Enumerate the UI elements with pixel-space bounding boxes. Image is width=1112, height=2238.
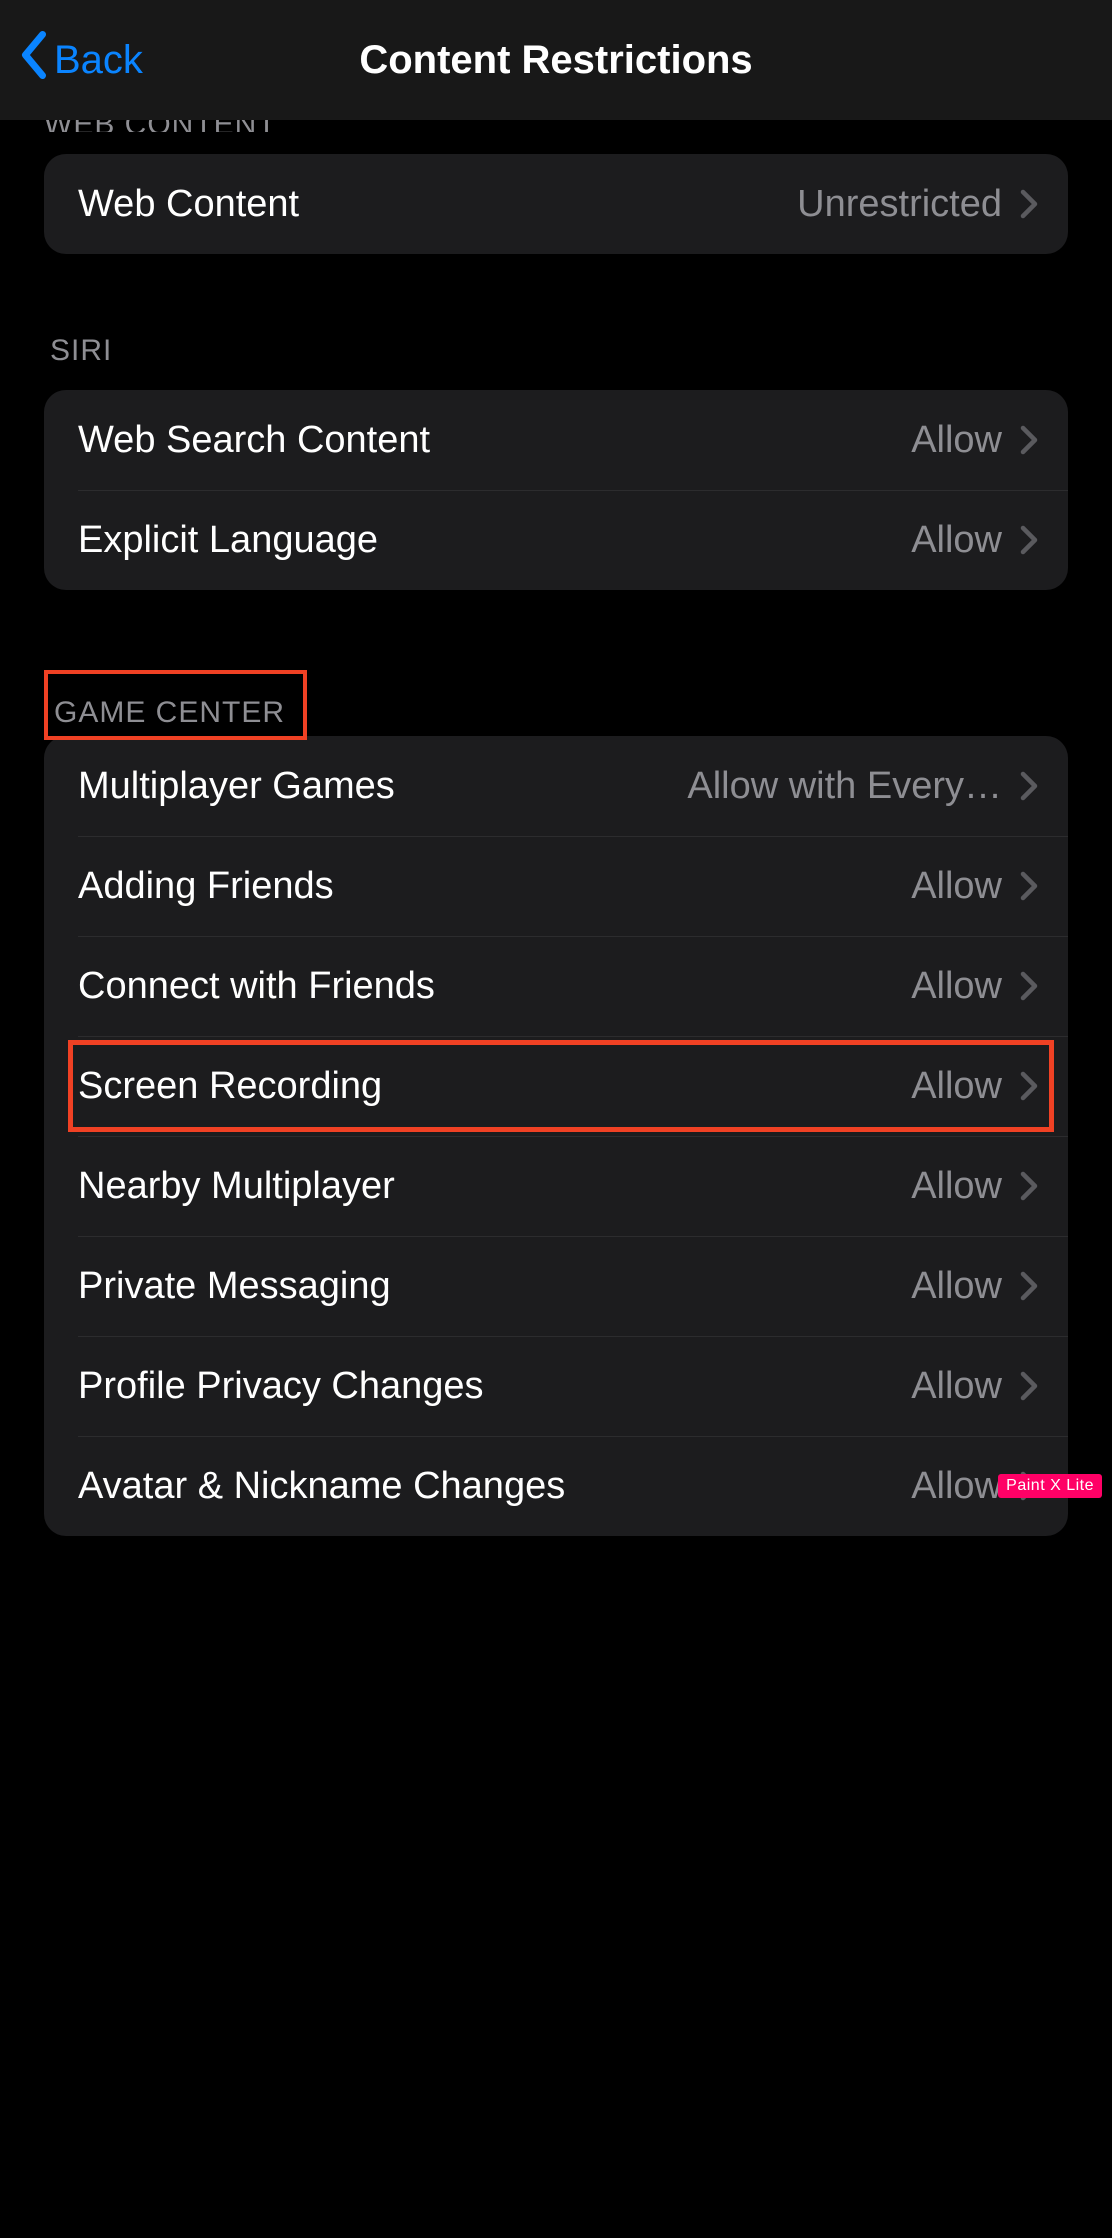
group-siri: Web Search Content Allow Explicit Langua…: [44, 390, 1068, 590]
chevron-right-icon: [1020, 1070, 1038, 1102]
row-value: Allow: [911, 419, 1002, 462]
row-private-messaging[interactable]: Private Messaging Allow: [44, 1236, 1068, 1336]
section-header-siri: SIRI: [44, 334, 1068, 368]
page-title: Content Restrictions: [359, 38, 752, 83]
row-profile-privacy-changes[interactable]: Profile Privacy Changes Allow: [44, 1336, 1068, 1436]
row-avatar-nickname-changes[interactable]: Avatar & Nickname Changes Allow: [44, 1436, 1068, 1536]
row-connect-with-friends[interactable]: Connect with Friends Allow: [44, 936, 1068, 1036]
row-label: Profile Privacy Changes: [78, 1365, 911, 1408]
group-game-center: Multiplayer Games Allow with Every… Addi…: [44, 736, 1068, 1536]
row-label: Avatar & Nickname Changes: [78, 1465, 911, 1508]
row-web-content[interactable]: Web Content Unrestricted: [44, 154, 1068, 254]
row-value: Allow: [911, 1065, 1002, 1108]
row-multiplayer-games[interactable]: Multiplayer Games Allow with Every…: [44, 736, 1068, 836]
chevron-right-icon: [1020, 770, 1038, 802]
row-explicit-language[interactable]: Explicit Language Allow: [44, 490, 1068, 590]
chevron-left-icon: [20, 31, 48, 89]
chevron-right-icon: [1020, 188, 1038, 220]
row-label: Screen Recording: [78, 1065, 911, 1108]
group-web-content: Web Content Unrestricted: [44, 154, 1068, 254]
watermark-badge: Paint X Lite: [998, 1474, 1102, 1498]
row-value: Allow: [911, 1465, 1002, 1508]
navbar: Back Content Restrictions: [0, 0, 1112, 120]
chevron-right-icon: [1020, 524, 1038, 556]
row-value: Allow: [911, 965, 1002, 1008]
row-label: Web Search Content: [78, 419, 911, 462]
chevron-right-icon: [1020, 1270, 1038, 1302]
row-value: Allow with Every…: [687, 765, 1002, 808]
row-value: Allow: [911, 1165, 1002, 1208]
row-label: Private Messaging: [78, 1265, 911, 1308]
row-label: Adding Friends: [78, 865, 911, 908]
row-value: Allow: [911, 865, 1002, 908]
chevron-right-icon: [1020, 1170, 1038, 1202]
row-label: Multiplayer Games: [78, 765, 687, 808]
row-value: Allow: [911, 519, 1002, 562]
row-label: Explicit Language: [78, 519, 911, 562]
section-header-game-center: GAME CENTER: [44, 670, 307, 740]
back-label: Back: [54, 38, 143, 83]
chevron-right-icon: [1020, 870, 1038, 902]
row-label: Web Content: [78, 183, 797, 226]
back-button[interactable]: Back: [20, 31, 143, 89]
chevron-right-icon: [1020, 970, 1038, 1002]
chevron-right-icon: [1020, 424, 1038, 456]
row-web-search-content[interactable]: Web Search Content Allow: [44, 390, 1068, 490]
row-screen-recording[interactable]: Screen Recording Allow: [44, 1036, 1068, 1136]
row-nearby-multiplayer[interactable]: Nearby Multiplayer Allow: [44, 1136, 1068, 1236]
row-label: Connect with Friends: [78, 965, 911, 1008]
chevron-right-icon: [1020, 1370, 1038, 1402]
row-value: Allow: [911, 1265, 1002, 1308]
row-value: Unrestricted: [797, 183, 1002, 226]
row-value: Allow: [911, 1365, 1002, 1408]
row-adding-friends[interactable]: Adding Friends Allow: [44, 836, 1068, 936]
row-label: Nearby Multiplayer: [78, 1165, 911, 1208]
